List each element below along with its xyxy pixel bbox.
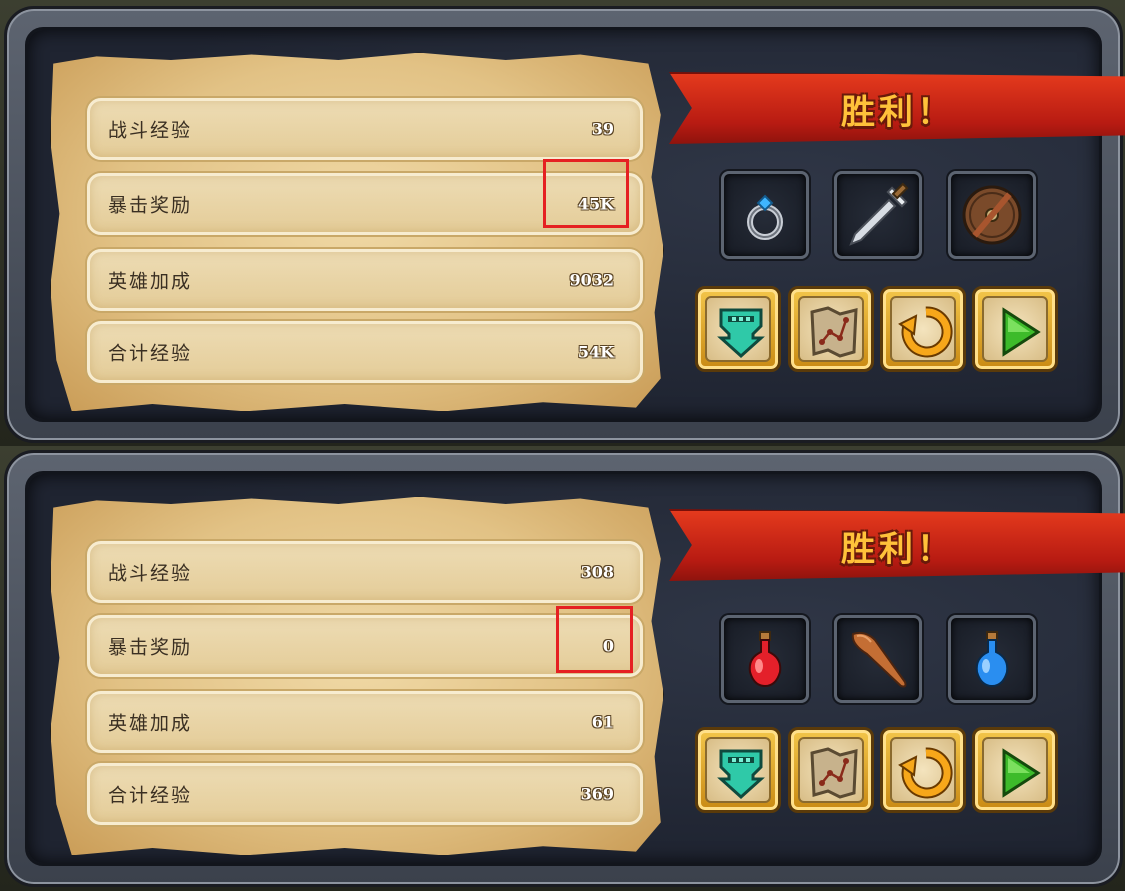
- play-icon: [1002, 307, 1041, 357]
- button-face: [798, 737, 864, 803]
- reward-slot-red-potion[interactable]: [721, 615, 809, 703]
- map-button[interactable]: [788, 286, 874, 372]
- row-value: 54K: [577, 342, 614, 362]
- victory-title: 胜利！: [841, 92, 955, 133]
- button-face: [890, 737, 956, 803]
- shield-icon: [962, 185, 1022, 245]
- ring-icon: [747, 194, 783, 240]
- row-hero-bonus: 英雄加成 9032: [87, 249, 643, 311]
- red-potion-icon: [748, 631, 782, 688]
- highlight-crit-value: [556, 606, 633, 673]
- row-label: 合计经验: [108, 784, 193, 807]
- button-face: [705, 296, 771, 362]
- row-total-exp: 合计经验 369: [87, 763, 643, 825]
- row-value: 39: [591, 119, 614, 139]
- collect-button[interactable]: [695, 727, 781, 813]
- button-face: [705, 737, 771, 803]
- map-icon: [810, 306, 858, 358]
- sword-icon: [849, 182, 909, 246]
- row-label: 暴击奖励: [108, 636, 193, 659]
- retry-button[interactable]: [880, 286, 966, 372]
- retry-icon: [898, 306, 953, 358]
- continue-button[interactable]: [972, 727, 1058, 813]
- map-icon: [810, 747, 858, 799]
- reward-slot-ring[interactable]: [721, 171, 809, 259]
- row-label: 战斗经验: [108, 119, 193, 142]
- retry-icon: [898, 747, 953, 799]
- collect-button[interactable]: [695, 286, 781, 372]
- row-value: 9032: [569, 270, 614, 290]
- map-button[interactable]: [788, 727, 874, 813]
- victory-banner: 胜利！: [669, 72, 1125, 144]
- continue-button[interactable]: [972, 286, 1058, 372]
- button-face: [982, 737, 1048, 803]
- reward-slot-club[interactable]: [834, 615, 922, 703]
- exp-parchment: 战斗经验 39 暴击奖励 45K 英雄加成 9032 合计经验 54K: [50, 52, 664, 412]
- button-face: [982, 296, 1048, 362]
- row-battle-exp: 战斗经验 308: [87, 541, 643, 603]
- row-label: 战斗经验: [108, 562, 193, 585]
- exp-parchment: 战斗经验 308 暴击奖励 0 英雄加成 61 合计经验 369: [50, 496, 664, 856]
- reward-slot-shield[interactable]: [948, 171, 1036, 259]
- collect-down-icon: [717, 749, 765, 800]
- reward-slot-sword[interactable]: [834, 171, 922, 259]
- reward-slot-blue-potion[interactable]: [948, 615, 1036, 703]
- row-value: 369: [580, 784, 614, 804]
- row-hero-bonus: 英雄加成 61: [87, 691, 643, 753]
- row-battle-exp: 战斗经验 39: [87, 98, 643, 160]
- row-value: 308: [580, 562, 614, 582]
- row-total-exp: 合计经验 54K: [87, 321, 643, 383]
- row-value: 61: [591, 712, 614, 732]
- row-label: 英雄加成: [108, 270, 193, 293]
- row-label: 合计经验: [108, 342, 193, 365]
- victory-banner: 胜利！: [669, 509, 1125, 581]
- highlight-crit-value: [543, 159, 629, 228]
- button-face: [798, 296, 864, 362]
- collect-down-icon: [717, 308, 765, 359]
- play-icon: [1002, 748, 1041, 798]
- row-label: 暴击奖励: [108, 194, 193, 217]
- wooden-club-icon: [851, 631, 907, 688]
- row-label: 英雄加成: [108, 712, 193, 735]
- retry-button[interactable]: [880, 727, 966, 813]
- victory-title: 胜利！: [841, 529, 955, 570]
- blue-potion-icon: [975, 631, 1009, 688]
- button-face: [890, 296, 956, 362]
